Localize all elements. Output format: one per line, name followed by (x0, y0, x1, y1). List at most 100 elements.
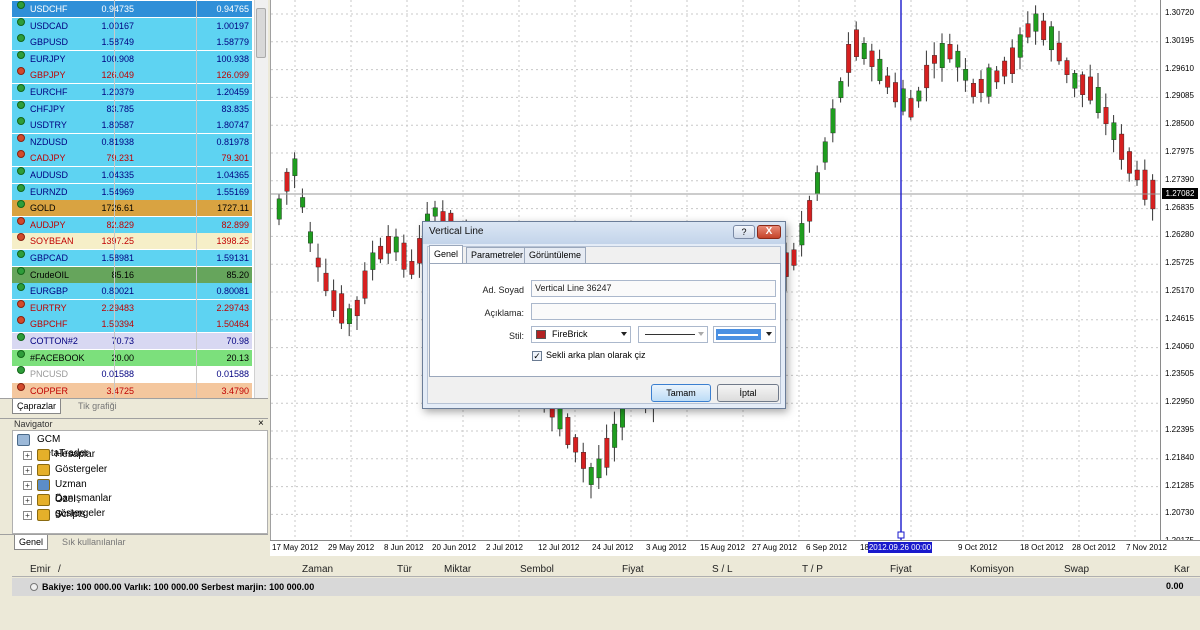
time-axis: 17 May 2012 29 May 2012 8 Jun 2012 20 Jun 2… (270, 540, 1200, 556)
navigator-close-icon[interactable]: × (258, 418, 264, 429)
time-tick-label: 12 Jul 2012 (538, 543, 580, 552)
expand-icon[interactable]: + (23, 481, 32, 490)
market-watch-row[interactable]: GBPJPY 126.049 126.099 (12, 67, 252, 84)
tab-panel-genel: Ad. Soyad Vertical Line 36247 Açıklama: … (429, 263, 781, 377)
market-watch-row[interactable]: EURJPY 100.908 100.938 (12, 50, 252, 67)
bear-candle (1064, 60, 1070, 75)
market-watch-row[interactable]: EURNZD 1.54969 1.55169 (12, 183, 252, 200)
bull-candle (1111, 122, 1117, 140)
bid-price: 70.73 (111, 336, 134, 346)
tab-genel[interactable]: Genel (14, 535, 49, 550)
market-watch-row[interactable]: AUDUSD 1.04335 1.04365 (12, 167, 252, 183)
scrollbar-thumb[interactable] (256, 8, 266, 58)
market-watch-row[interactable]: COPPER 3.4725 3.4790 (12, 382, 252, 398)
market-watch-row[interactable]: USDCHF 0.94735 0.94765 (12, 1, 252, 17)
bid-price: 1.58749 (101, 37, 134, 48)
dialog-title[interactable]: Vertical Line (423, 222, 785, 244)
background-checkbox-label: Sekli arka plan olarak çiz (546, 350, 646, 360)
market-watch-row[interactable]: CrudeOIL 85.16 85.20 (12, 266, 252, 283)
line-style-preview (645, 334, 695, 335)
navigator-item-label: Hesaplar (55, 449, 96, 460)
price-up-icon (17, 250, 25, 258)
price-up-icon (17, 117, 25, 126)
bear-candle (854, 29, 859, 57)
market-watch-row[interactable]: CHFJPY 83.785 83.835 (12, 100, 252, 117)
bear-candle (1119, 133, 1125, 160)
bear-candle (331, 290, 337, 311)
market-watch-row[interactable]: NZDUSD 0.81938 0.81978 (12, 133, 252, 150)
column-header[interactable]: Sembol (520, 564, 554, 575)
tab-favorites[interactable]: Sık kullanılanlar (58, 535, 130, 550)
column-header[interactable]: Kar (1174, 564, 1190, 575)
ask-price: 0.81978 (216, 136, 249, 147)
close-button[interactable]: X (757, 225, 781, 239)
ask-price: 82.899 (221, 219, 249, 230)
background-checkbox[interactable]: ✓ (532, 351, 542, 361)
column-header[interactable]: Komisyon (970, 564, 1014, 575)
market-watch-row[interactable]: GBPUSD 1.58749 1.58779 (12, 34, 252, 51)
bull-candle (596, 458, 602, 479)
market-watch-row[interactable]: AUDJPY 82.829 82.899 (12, 216, 252, 233)
price-tick-label: 1.20730 (1165, 508, 1194, 518)
tab-goruntuleme[interactable]: Görüntüleme (524, 247, 587, 263)
column-header[interactable]: Swap (1064, 564, 1089, 575)
market-watch-row[interactable]: COTTON#2 70.73 70.98 (12, 333, 252, 349)
expand-icon[interactable]: + (23, 496, 32, 505)
column-header[interactable]: Fiyat (622, 564, 644, 575)
tab-parametreler[interactable]: Parametreler (466, 247, 529, 263)
bear-candle (1080, 74, 1086, 95)
market-watch-row[interactable]: EURCHF 1.20379 1.20459 (12, 84, 252, 100)
vertical-line-handle[interactable] (897, 531, 905, 539)
price-down-icon (17, 67, 25, 76)
bear-candle (1025, 23, 1031, 38)
color-select[interactable]: FireBrick (531, 326, 631, 343)
column-header[interactable]: Emir (30, 564, 51, 575)
tab-tick-chart[interactable]: Tik grafiği (74, 399, 121, 414)
cancel-button[interactable]: İptal (717, 384, 779, 402)
bid-price: 83.785 (106, 103, 134, 114)
market-watch-row[interactable]: USDCAD 1.00167 1.00197 (12, 17, 252, 34)
column-header[interactable]: / (58, 564, 61, 575)
ask-price: 0.80081 (216, 286, 249, 297)
market-watch-row[interactable]: SOYBEAN 1397.25 1398.25 (12, 233, 252, 250)
market-watch-row[interactable]: EURGBP 0.80021 0.80081 (12, 283, 252, 300)
market-watch-row[interactable]: PNCUSD 0.01588 0.01588 (12, 366, 252, 383)
price-tick-label: 1.24615 (1165, 313, 1194, 323)
expand-icon[interactable]: + (23, 511, 32, 520)
market-watch-row[interactable]: EURTRY 2.29483 2.29743 (12, 299, 252, 316)
line-style-select[interactable] (638, 326, 708, 343)
market-watch-row[interactable]: CADJPY 79.231 79.301 (12, 150, 252, 167)
column-header[interactable]: Miktar (444, 564, 471, 575)
bear-candle (791, 249, 797, 266)
navigator-item-label: Scripts (55, 509, 86, 520)
navigator-tree: GCM MetaTrader + Hesaplar + Göstergeler + Uzm… (12, 430, 268, 534)
column-header[interactable]: T / P (802, 564, 823, 575)
name-field[interactable]: Vertical Line 36247 (531, 280, 776, 297)
bear-candle (978, 78, 984, 94)
tab-genel[interactable]: Genel (429, 245, 464, 263)
market-watch-scrollbar[interactable] (254, 0, 268, 398)
description-field[interactable] (531, 303, 776, 320)
market-watch-row[interactable]: USDTRY 1.80587 1.80747 (12, 117, 252, 134)
balance-row[interactable]: Bakiye: 100 000.00 Varlık: 100 000.00 Se… (12, 578, 1200, 596)
bear-candle (339, 293, 345, 324)
line-width-select[interactable] (713, 326, 776, 343)
ok-button[interactable]: Tamam (651, 384, 711, 402)
help-button[interactable]: ? (733, 225, 755, 239)
column-header[interactable]: Zaman (302, 564, 333, 575)
bear-candle (1041, 20, 1047, 41)
bid-price: 1726.61 (101, 203, 134, 214)
column-header[interactable]: Tür (397, 564, 412, 575)
market-watch-row[interactable]: GBPCHF 1.50394 1.50464 (12, 316, 252, 333)
bear-candle (323, 272, 329, 292)
market-watch-row[interactable]: GBPCAD 1.58981 1.59131 (12, 250, 252, 266)
expand-icon[interactable]: + (23, 466, 32, 475)
tab-caprazlar[interactable]: Çaprazlar (12, 399, 62, 414)
column-header[interactable]: S / L (712, 564, 733, 575)
bid-price: 1.00167 (101, 20, 134, 31)
price-tick-label: 1.26835 (1165, 202, 1194, 212)
column-header[interactable]: Fiyat (890, 564, 912, 575)
market-watch-row[interactable]: #FACEBOOK 20.00 20.13 (12, 349, 252, 366)
market-watch-row[interactable]: GOLD 1726.61 1727.11 (12, 200, 252, 217)
expand-icon[interactable]: + (23, 451, 32, 460)
